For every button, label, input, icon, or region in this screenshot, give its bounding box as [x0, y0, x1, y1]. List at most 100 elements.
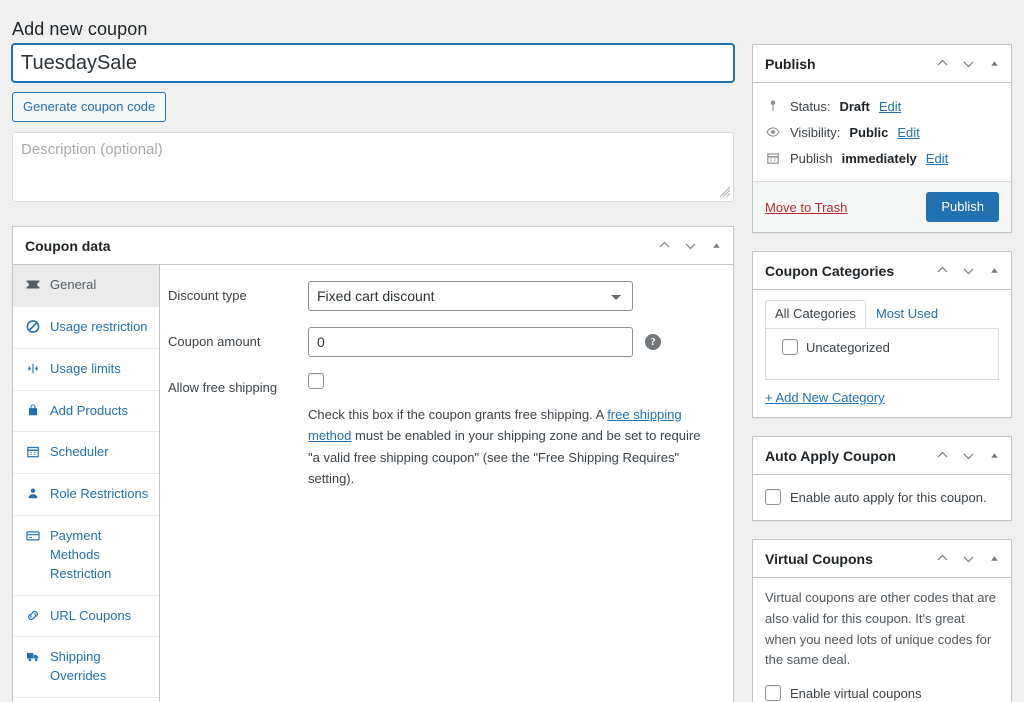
virtual-coupons-description: Virtual coupons are other codes that are…: [765, 590, 997, 668]
ban-icon: [26, 319, 40, 333]
coupon-amount-input[interactable]: [308, 327, 633, 357]
admin-page: Add new coupon Generate coupon code Coup…: [0, 0, 1024, 702]
general-panel: Discount type Fixed cart discount Coupon…: [160, 265, 733, 702]
tab-label: General: [50, 277, 97, 292]
virtual-coupons-body: Virtual coupons are other codes that are…: [753, 578, 1011, 702]
virtual-coupons-checkbox[interactable]: [765, 685, 781, 702]
toggle-panel-icon[interactable]: [981, 546, 1007, 572]
limits-icon: [28, 363, 38, 373]
move-to-trash-link[interactable]: Move to Trash: [765, 200, 847, 215]
tab-scheduler[interactable]: Scheduler: [13, 432, 159, 475]
move-down-icon[interactable]: [955, 258, 981, 284]
move-up-icon[interactable]: [929, 443, 955, 469]
move-up-icon[interactable]: [651, 233, 677, 259]
move-down-icon[interactable]: [955, 443, 981, 469]
allow-free-shipping-checkbox[interactable]: [308, 373, 324, 389]
tab-one-click-apply[interactable]: One Click Apply: [13, 698, 159, 702]
pin-icon: [770, 100, 776, 111]
tab-shipping-overrides[interactable]: Shipping Overrides: [13, 637, 159, 699]
move-up-icon[interactable]: [929, 546, 955, 572]
tab-payment-methods-restriction[interactable]: Payment Methods Restriction: [13, 516, 159, 596]
publish-header: Publish: [753, 45, 1011, 83]
person-icon: [28, 488, 38, 499]
virtual-coupons-option[interactable]: Enable virtual coupons: [765, 681, 999, 702]
discount-type-select[interactable]: Fixed cart discount: [308, 281, 633, 311]
truck-icon: [27, 653, 39, 662]
status-label: Status:: [790, 98, 831, 114]
ticket-icon: [26, 280, 40, 289]
free-shipping-desc-part1: Check this box if the coupon grants free…: [308, 407, 608, 422]
auto-apply-panel: Auto Apply Coupon Enable auto apply for …: [752, 436, 1012, 521]
tab-url-coupons[interactable]: URL Coupons: [13, 596, 159, 638]
visibility-label: Visibility:: [790, 124, 841, 140]
generate-coupon-code-button[interactable]: Generate coupon code: [12, 92, 167, 122]
publish-footer: Move to Trash Publish: [753, 181, 1011, 232]
tab-label: URL Coupons: [50, 607, 132, 623]
auto-apply-checkbox[interactable]: [765, 489, 781, 505]
coupon-data-body: General Usage restriction Usage limits A…: [13, 265, 733, 702]
auto-apply-body: Enable auto apply for this coupon.: [753, 475, 1011, 520]
add-new-category-link[interactable]: + Add New Category: [765, 390, 885, 405]
visibility-value: Public: [849, 124, 889, 140]
discount-type-label: Discount type: [168, 288, 247, 303]
publish-title: Publish: [765, 55, 816, 72]
virtual-coupons-label: Enable virtual coupons: [790, 685, 922, 701]
coupon-code-input[interactable]: [12, 44, 734, 82]
tab-label: Shipping Overrides: [50, 649, 107, 684]
auto-apply-option[interactable]: Enable auto apply for this coupon.: [765, 485, 999, 510]
toggle-panel-icon[interactable]: [981, 258, 1007, 284]
publish-time-label: Publish: [790, 150, 833, 166]
status-edit-link[interactable]: Edit: [879, 99, 901, 114]
toggle-panel-icon[interactable]: [981, 443, 1007, 469]
virtual-coupons-header: Virtual Coupons: [753, 540, 1011, 578]
bag-icon: [29, 403, 37, 415]
move-down-icon[interactable]: [955, 51, 981, 77]
category-checkbox[interactable]: [782, 339, 798, 355]
auto-apply-header: Auto Apply Coupon: [753, 437, 1011, 475]
tab-usage-limits[interactable]: Usage limits: [13, 349, 159, 391]
publish-panel: Publish Status: Draft Edit Visibility: P…: [752, 44, 1012, 233]
side-column: Publish Status: Draft Edit Visibility: P…: [752, 44, 1012, 702]
allow-free-shipping-row: Allow free shipping Check this box if th…: [168, 373, 719, 490]
visibility-row: Visibility: Public Edit: [765, 119, 999, 145]
publish-body: Status: Draft Edit Visibility: Public Ed…: [753, 83, 1011, 181]
move-down-icon[interactable]: [677, 233, 703, 259]
category-item-uncategorized[interactable]: Uncategorized: [776, 339, 988, 355]
tab-most-used[interactable]: Most Used: [866, 300, 948, 328]
tab-label: Payment Methods Restriction: [50, 528, 112, 581]
tab-label: Add Products: [50, 402, 129, 418]
page-title: Add new coupon: [12, 19, 148, 40]
categories-tablist: All Categories Most Used: [765, 300, 999, 329]
categories-header: Coupon Categories: [753, 252, 1011, 290]
discount-type-row: Discount type Fixed cart discount: [168, 281, 719, 311]
link-icon: [28, 610, 38, 620]
free-shipping-desc-part2: must be enabled in your shipping zone an…: [308, 428, 701, 487]
publish-time-value: immediately: [841, 150, 917, 166]
categories-title: Coupon Categories: [765, 262, 895, 279]
tab-role-restrictions[interactable]: Role Restrictions: [13, 474, 159, 517]
tab-usage-restriction[interactable]: Usage restriction: [13, 307, 159, 349]
coupon-amount-row: Coupon amount ?: [168, 327, 719, 357]
help-icon[interactable]: ?: [645, 334, 661, 350]
virtual-coupons-title: Virtual Coupons: [765, 550, 873, 567]
move-up-icon[interactable]: [929, 258, 955, 284]
free-shipping-description: Check this box if the coupon grants free…: [308, 404, 708, 490]
tab-general[interactable]: General: [13, 265, 159, 307]
status-row: Status: Draft Edit: [765, 93, 999, 119]
toggle-panel-icon[interactable]: [703, 233, 729, 259]
publish-button[interactable]: Publish: [926, 192, 999, 222]
credit-card-icon: [26, 531, 40, 541]
tab-add-products[interactable]: Add Products: [13, 391, 159, 433]
calendar-icon: [27, 447, 39, 458]
toggle-panel-icon[interactable]: [981, 51, 1007, 77]
move-up-icon[interactable]: [929, 51, 955, 77]
category-label: Uncategorized: [806, 339, 890, 355]
coupon-amount-label: Coupon amount: [168, 334, 261, 349]
publish-time-edit-link[interactable]: Edit: [926, 151, 948, 166]
visibility-edit-link[interactable]: Edit: [897, 125, 919, 140]
coupon-description-textarea[interactable]: [12, 132, 734, 202]
auto-apply-label: Enable auto apply for this coupon.: [790, 489, 987, 505]
auto-apply-title: Auto Apply Coupon: [765, 447, 896, 464]
move-down-icon[interactable]: [955, 546, 981, 572]
tab-all-categories[interactable]: All Categories: [765, 300, 866, 328]
